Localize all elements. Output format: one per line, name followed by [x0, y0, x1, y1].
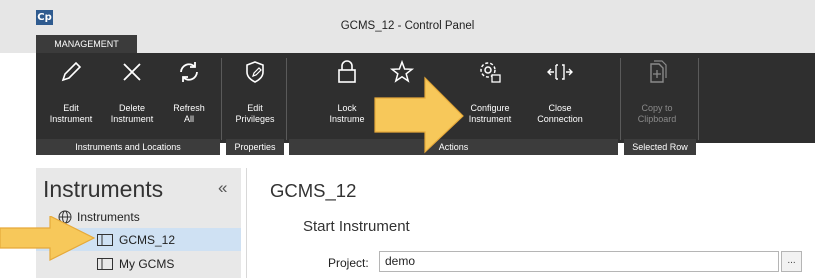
- window-title: GCMS_12 - Control Panel: [340, 20, 475, 32]
- project-field[interactable]: demo: [379, 251, 779, 272]
- edit-privileges-label: Edit Privileges: [235, 103, 275, 124]
- tree-item-my-gcms[interactable]: My GCMS: [97, 257, 174, 273]
- delete-instrument-button[interactable]: Delete Instrument: [105, 53, 159, 131]
- delete-instrument-label: Delete Instrument: [110, 103, 154, 124]
- project-browse-button[interactable]: ...: [781, 251, 802, 272]
- edit-instrument-button[interactable]: Edit Instrument: [44, 53, 98, 131]
- lock-instrument-label: Lock Instrume: [329, 103, 365, 124]
- highlight-arrow-icon: [374, 76, 464, 154]
- ribbon-separator: [286, 58, 287, 140]
- lock-instrument-button[interactable]: Lock Instrume: [318, 53, 376, 131]
- tree-item-label: GCMS_12: [119, 233, 176, 247]
- group-label-instruments: Instruments and Locations: [36, 139, 220, 155]
- highlight-arrow-icon: [0, 216, 96, 261]
- group-label-properties: Properties: [226, 139, 284, 155]
- clipboard-icon: [624, 59, 690, 89]
- section-title: Start Instrument: [303, 218, 410, 235]
- project-label: Project:: [328, 256, 369, 270]
- copy-to-clipboard-label: Copy to Clipboard: [637, 103, 677, 124]
- ribbon-separator: [698, 58, 699, 140]
- instrument-icon: [97, 234, 113, 249]
- collapse-panel-icon[interactable]: «: [218, 178, 227, 198]
- gear-icon: [459, 59, 521, 89]
- pencil-icon: [44, 59, 98, 89]
- configure-instrument-label: Configure Instrument: [468, 103, 512, 124]
- close-connection-button[interactable]: Close Connection: [529, 53, 591, 131]
- refresh-all-button[interactable]: Refresh All: [162, 53, 216, 131]
- panel-divider: [246, 168, 247, 278]
- configure-instrument-button[interactable]: Configure Instrument: [459, 53, 521, 131]
- disconnect-icon: [529, 59, 591, 89]
- ribbon-separator: [221, 58, 222, 140]
- close-connection-label: Close Connection: [537, 103, 583, 124]
- edit-instrument-label: Edit Instrument: [49, 103, 93, 124]
- lock-icon: [318, 59, 376, 89]
- refresh-all-label: Refresh All: [173, 103, 205, 124]
- page-title: GCMS_12: [270, 180, 357, 201]
- instrument-icon: [97, 258, 113, 273]
- close-icon: [105, 59, 159, 89]
- copy-to-clipboard-button[interactable]: Copy to Clipboard: [624, 53, 690, 131]
- edit-privileges-button[interactable]: Edit Privileges: [226, 53, 284, 131]
- tree-item-gcms-12[interactable]: GCMS_12: [97, 233, 175, 249]
- refresh-icon: [162, 59, 216, 89]
- group-label-selected-row: Selected Row: [624, 139, 696, 155]
- ribbon-separator: [620, 58, 621, 140]
- instruments-panel-title: Instruments: [43, 176, 164, 202]
- tree-item-label: My GCMS: [119, 257, 175, 271]
- tab-management[interactable]: MANAGEMENT: [36, 35, 137, 53]
- shield-edit-icon: [226, 59, 284, 89]
